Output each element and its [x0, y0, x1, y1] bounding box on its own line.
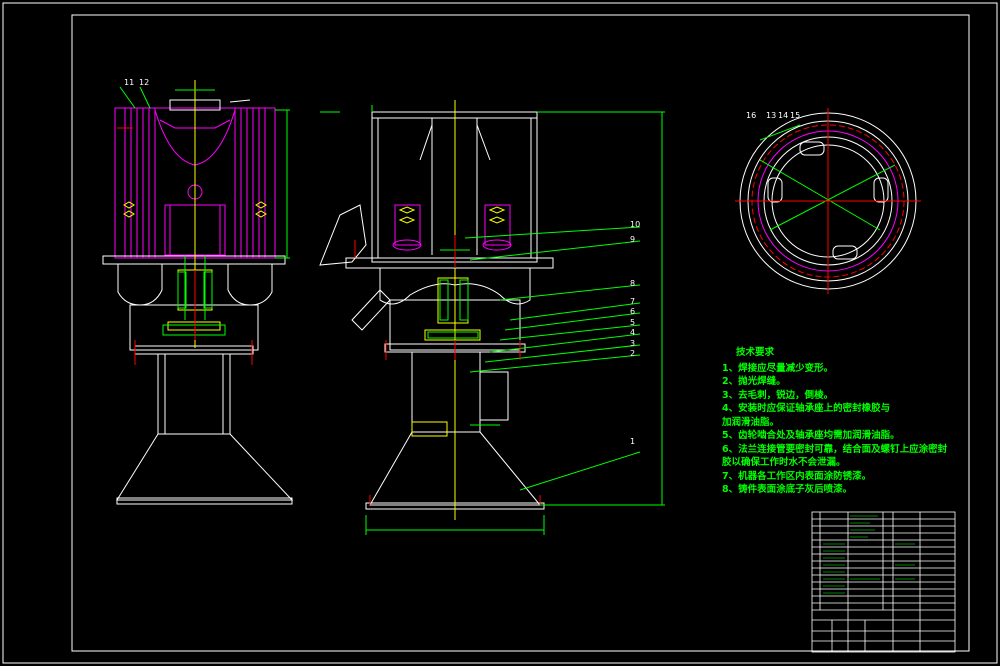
title-block: [811, 511, 956, 653]
note-item: 胶以确保工作时水不会泄漏。: [722, 457, 846, 468]
part-label-3: 3: [630, 339, 636, 348]
note-item: 6、法兰连接管要密封可靠，结合面及螺钉上应涂密封: [722, 443, 948, 455]
part-label-1: 1: [630, 437, 636, 446]
part-label-12: 12: [139, 78, 150, 87]
part-label-11: 11: [124, 78, 135, 87]
cad-drawing: [2, 2, 998, 664]
note-item: 8、铸件表面涂底子灰后喷漆。: [722, 484, 853, 495]
note-item: 2、抛光焊缝。: [722, 376, 786, 387]
note-item: 3、去毛刺，锐边，倒棱。: [722, 389, 834, 401]
note-item: 4、安装时应保证轴承座上的密封橡胶与: [722, 403, 891, 414]
part-label-16: 16: [746, 111, 757, 120]
part-label-8: 8: [630, 279, 636, 288]
note-item: 1、焊接应尽量减少变形。: [722, 362, 834, 374]
technical-requirements: 技术要求 1、焊接应尽量减少变形。 2、抛光焊缝。 3、去毛刺，锐边，倒棱。 4…: [722, 346, 947, 497]
part-label-7: 7: [630, 297, 636, 306]
part-label-15: 15: [790, 111, 801, 120]
note-item: 7、机器各工作区内表面涂防锈漆。: [722, 470, 872, 482]
part-label-13: 13: [766, 111, 777, 120]
part-label-9: 9: [630, 235, 636, 244]
part-label-14: 14: [778, 111, 789, 120]
note-item: 加润滑油脂。: [722, 416, 780, 428]
top-view: [735, 108, 921, 294]
left-view: [102, 80, 294, 505]
part-label-2: 2: [630, 349, 636, 358]
part-label-6: 6: [630, 307, 636, 316]
note-item: 5、齿轮啮合处及轴承座均需加润滑油脂。: [722, 430, 900, 441]
part-label-4: 4: [630, 328, 636, 337]
part-label-5: 5: [630, 318, 636, 327]
part-label-10: 10: [630, 220, 641, 229]
section-view: [319, 100, 665, 535]
notes-title: 技术要求: [736, 347, 775, 358]
title-block-fills: [823, 515, 915, 594]
